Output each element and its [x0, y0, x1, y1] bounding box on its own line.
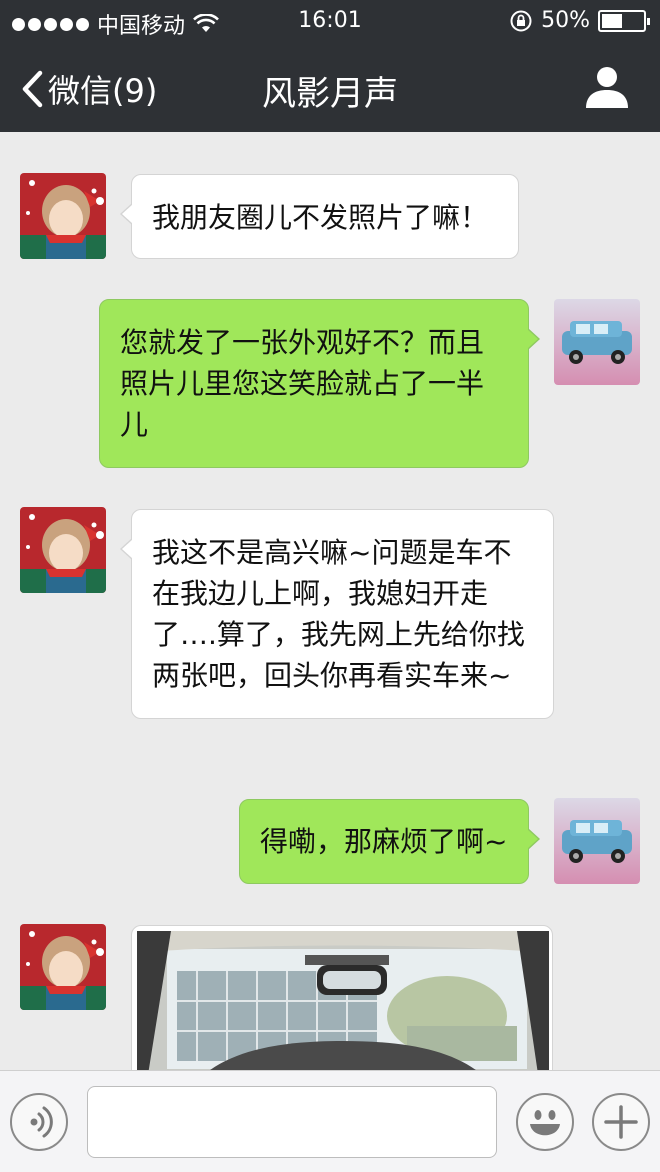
- message-list[interactable]: 我朋友圈儿不发照片了嘛！ 您就发了一张外观好不？而且照片儿里您这笑脸就占了一半儿: [0, 132, 660, 1070]
- emoji-button[interactable]: [516, 1093, 574, 1151]
- message-text: 我这不是高兴嘛~问题是车不在我边儿上啊，我媳妇开走了….算了，我先网上先给你找两…: [152, 536, 525, 692]
- voice-button[interactable]: [10, 1093, 68, 1151]
- status-bar: 中国移动 16:01 50%: [0, 0, 660, 44]
- message-text: 我朋友圈儿不发照片了嘛！: [152, 201, 489, 234]
- top-bar: 中国移动 16:01 50% 微信(9) 风影月声: [0, 0, 660, 132]
- voice-icon: [30, 1106, 53, 1138]
- input-bar: [0, 1070, 660, 1172]
- contact-avatar[interactable]: [20, 924, 106, 1010]
- message-bubble-incoming[interactable]: 我这不是高兴嘛~问题是车不在我边儿上啊，我媳妇开走了….算了，我先网上先给你找两…: [120, 509, 554, 719]
- my-avatar[interactable]: [554, 299, 640, 385]
- message-bubble-outgoing[interactable]: 您就发了一张外观好不？而且照片儿里您这笑脸就占了一半儿: [99, 299, 540, 468]
- contact-avatar[interactable]: [20, 507, 106, 593]
- message-bubble-incoming[interactable]: 我朋友圈儿不发照片了嘛！: [120, 174, 519, 259]
- nav-bar: 微信(9) 风影月声: [0, 44, 660, 132]
- plus-icon: [604, 1105, 638, 1139]
- more-button[interactable]: [592, 1093, 650, 1151]
- message-text: 得嘞，那麻烦了啊~: [260, 825, 508, 858]
- my-avatar[interactable]: [554, 798, 640, 884]
- status-right: 50%: [509, 8, 650, 33]
- contact-avatar[interactable]: [20, 173, 106, 259]
- message-image[interactable]: [131, 925, 553, 1070]
- message-input[interactable]: [87, 1086, 497, 1158]
- smiley-icon: [530, 1110, 560, 1136]
- chat-title: 风影月声: [262, 74, 398, 114]
- contact-profile-icon[interactable]: [584, 64, 630, 110]
- message-text: 您就发了一张外观好不？而且照片儿里您这笑脸就占了一半儿: [120, 326, 485, 441]
- rotation-lock-icon: [510, 10, 532, 31]
- battery-icon: [598, 9, 650, 32]
- message-bubble-outgoing[interactable]: 得嘞，那麻烦了啊~: [239, 799, 540, 884]
- battery-percent: 50%: [541, 8, 590, 33]
